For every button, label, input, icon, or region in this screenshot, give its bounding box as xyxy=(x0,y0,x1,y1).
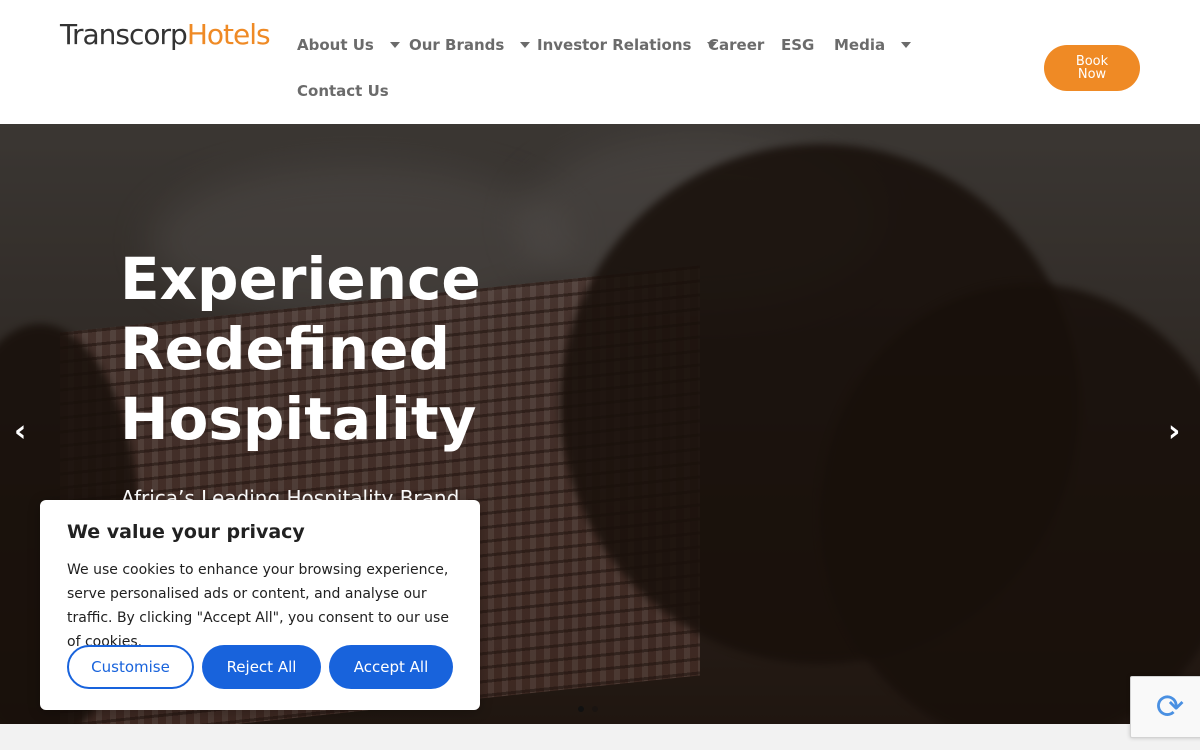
nav-media[interactable]: Media xyxy=(834,36,912,54)
cookie-description: We use cookies to enhance your browsing … xyxy=(67,562,449,650)
nav-esg-label: ESG xyxy=(781,36,815,54)
nav-contact-us-label: Contact Us xyxy=(297,82,389,100)
recaptcha-icon: ⟳ xyxy=(1155,687,1185,727)
hero-title: Experience Redefined Hospitality xyxy=(120,245,481,453)
customise-button[interactable]: Customise xyxy=(67,645,194,689)
caret-down-icon xyxy=(520,42,531,48)
slider-pagination xyxy=(578,706,598,712)
nav-investor-relations-label: Investor Relations xyxy=(537,36,692,54)
reject-all-button[interactable]: Reject All xyxy=(202,645,321,689)
brand-logo[interactable]: TranscorpHotels xyxy=(60,18,271,52)
nav-career-label: Career xyxy=(708,36,765,54)
nav-our-brands[interactable]: Our Brands xyxy=(409,36,531,54)
nav-our-brands-label: Our Brands xyxy=(409,36,505,54)
slider-dot[interactable] xyxy=(578,706,584,712)
logo-text-hotels: Hotels xyxy=(186,18,271,51)
logo-text-transcorp: Transcorp xyxy=(60,18,188,51)
cookie-consent-banner: We value your privacy We use cookies to … xyxy=(40,500,480,710)
chevron-left-icon[interactable]: ‹ xyxy=(14,414,26,449)
nav-contact-us[interactable]: Contact Us xyxy=(297,82,389,100)
nav-about-us-label: About Us xyxy=(297,36,374,54)
accept-all-button[interactable]: Accept All xyxy=(329,645,453,689)
nav-media-label: Media xyxy=(834,36,886,54)
nav-investor-relations[interactable]: Investor Relations xyxy=(537,36,718,54)
cookie-title: We value your privacy xyxy=(67,521,305,543)
nav-about-us[interactable]: About Us xyxy=(297,36,400,54)
chevron-right-icon[interactable]: › xyxy=(1168,414,1180,449)
slider-dot[interactable] xyxy=(592,706,598,712)
site-header: TranscorpHotels About Us Our Brands Inve… xyxy=(0,0,1200,124)
caret-down-icon xyxy=(389,42,400,48)
book-now-button[interactable]: Book Now xyxy=(1044,45,1140,91)
caret-down-icon xyxy=(901,42,912,48)
recaptcha-badge[interactable]: ⟳ xyxy=(1130,676,1200,738)
nav-career[interactable]: Career xyxy=(708,36,764,54)
nav-esg[interactable]: ESG xyxy=(781,36,814,54)
